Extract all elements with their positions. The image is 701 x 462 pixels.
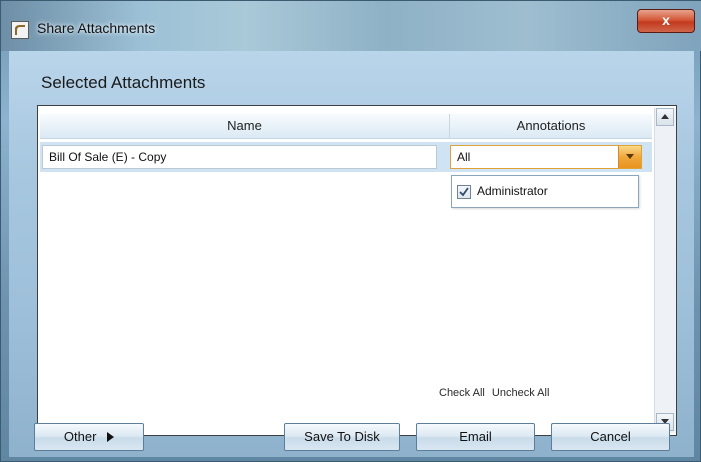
attachment-name-cell[interactable]: Bill Of Sale (E) - Copy (42, 145, 437, 169)
column-header-annotations[interactable]: Annotations (450, 114, 652, 138)
administrator-checkbox[interactable] (457, 185, 471, 199)
cancel-button[interactable]: Cancel (551, 423, 670, 451)
title-bar[interactable]: Share Attachments x (1, 1, 701, 51)
email-button[interactable]: Email (416, 423, 535, 451)
triangle-right-icon (107, 425, 115, 451)
check-links: Check All Uncheck All (439, 387, 553, 399)
annotations-select-value: All (457, 150, 471, 164)
annotations-select[interactable]: All (450, 145, 642, 169)
annotations-dropdown-list: Administrator (451, 175, 639, 208)
vertical-scrollbar[interactable] (654, 108, 676, 433)
scroll-up-button[interactable] (656, 108, 674, 126)
other-button[interactable]: Other (34, 423, 144, 451)
dialog-content: Selected Attachments Name Annotations Bi… (9, 51, 694, 457)
attachments-grid: Name Annotations Bill Of Sale (E) - Copy… (37, 105, 677, 436)
app-icon (11, 21, 29, 39)
grid-header: Name Annotations (40, 114, 652, 139)
window-title: Share Attachments (37, 20, 156, 36)
administrator-checkbox-label[interactable]: Administrator (477, 184, 548, 198)
share-attachments-dialog: Share Attachments x Selected Attachments… (0, 0, 701, 462)
save-to-disk-button[interactable]: Save To Disk (284, 423, 400, 451)
other-button-label: Other (63, 429, 97, 444)
dropdown-arrow-icon[interactable] (618, 146, 641, 168)
column-header-name[interactable]: Name (40, 114, 450, 138)
check-all-link[interactable]: Check All (439, 387, 485, 399)
close-button[interactable]: x (637, 9, 695, 33)
table-row[interactable]: Bill Of Sale (E) - Copy All (40, 142, 652, 172)
uncheck-all-link[interactable]: Uncheck All (492, 387, 549, 399)
section-title: Selected Attachments (41, 73, 206, 92)
